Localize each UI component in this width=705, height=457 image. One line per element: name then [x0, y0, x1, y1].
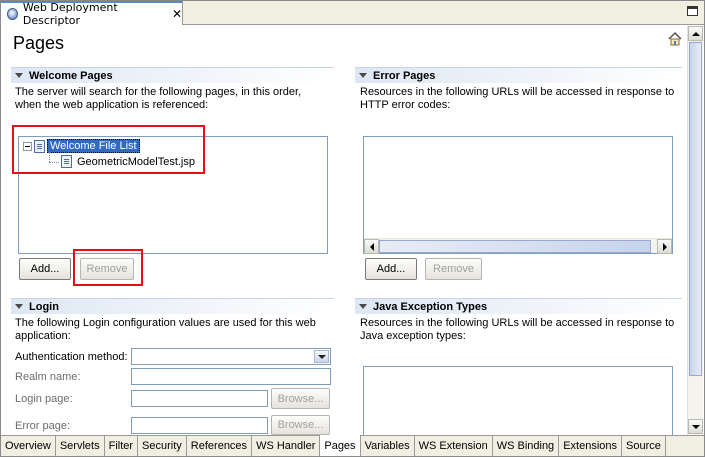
error-remove-button[interactable]: Remove — [425, 258, 482, 280]
welcome-desc-line2: when the web application is referenced: — [15, 99, 209, 111]
maximize-icon[interactable] — [687, 6, 698, 16]
login-header[interactable]: Login — [11, 298, 334, 314]
globe-icon — [7, 8, 18, 20]
tab-references[interactable]: References — [187, 436, 253, 456]
auth-method-select[interactable] — [131, 348, 331, 365]
error-pages-table[interactable] — [363, 136, 673, 254]
page-vscrollbar[interactable] — [687, 26, 703, 435]
java-exceptions-table[interactable] — [363, 366, 673, 436]
error-pages-description: Resources in the following URLs will be … — [360, 86, 674, 112]
auth-method-label: Authentication method: — [15, 351, 128, 363]
tab-security[interactable]: Security — [138, 436, 187, 456]
error-page-browse-button[interactable]: Browse... — [271, 415, 330, 435]
realm-name-input[interactable] — [131, 368, 331, 385]
collapse-triangle-icon[interactable] — [359, 304, 367, 309]
editor-tab-title: Web Deployment Descriptor — [22, 1, 118, 27]
editor-page-tabs: Overview Servlets Filter Security Refere… — [1, 435, 704, 456]
java-desc-line2: Java exception types: — [360, 330, 466, 342]
editor-tab-bar: Web Deployment Descriptor ✕ — [1, 1, 704, 27]
java-desc-line1: Resources in the following URLs will be … — [360, 317, 675, 329]
login-description: The following Login configuration values… — [15, 317, 316, 343]
welcome-add-button[interactable]: Add... — [19, 258, 71, 280]
collapse-triangle-icon[interactable] — [15, 73, 23, 78]
error-desc-line2: HTTP error codes: — [360, 99, 451, 111]
welcome-pages-description: The server will search for the following… — [15, 86, 301, 112]
error-desc-line1: Resources in the following URLs will be … — [360, 86, 675, 98]
error-pages-title: Error Pages — [373, 69, 436, 82]
tab-ws-binding[interactable]: WS Binding — [493, 436, 560, 456]
error-add-button[interactable]: Add... — [365, 258, 417, 280]
login-desc-line1: The following Login configuration values… — [15, 317, 316, 329]
welcome-desc-line1: The server will search for the following… — [15, 86, 302, 98]
login-title: Login — [29, 300, 59, 313]
error-pages-hscrollbar[interactable] — [364, 238, 672, 254]
scroll-down-icon[interactable] — [688, 419, 703, 434]
login-page-label: Login page: — [15, 393, 73, 405]
login-page-browse-button[interactable]: Browse... — [271, 388, 330, 409]
error-page-input[interactable] — [131, 417, 268, 434]
tab-variables[interactable]: Variables — [361, 436, 415, 456]
java-exceptions-header[interactable]: Java Exception Types — [355, 298, 682, 314]
highlight-box-remove — [73, 249, 143, 286]
scroll-up-icon[interactable] — [688, 26, 703, 41]
welcome-pages-header[interactable]: Welcome Pages — [11, 67, 334, 83]
error-pages-header[interactable]: Error Pages — [355, 67, 682, 83]
scroll-left-icon[interactable] — [364, 239, 379, 254]
scroll-thumb[interactable] — [379, 240, 651, 253]
chevron-down-icon[interactable] — [314, 350, 329, 363]
tab-filter[interactable]: Filter — [105, 436, 139, 456]
realm-name-label: Realm name: — [15, 371, 81, 383]
tab-extensions[interactable]: Extensions — [559, 436, 622, 456]
java-exceptions-description: Resources in the following URLs will be … — [360, 317, 674, 343]
scroll-thumb[interactable] — [689, 42, 702, 376]
login-desc-line2: application: — [15, 330, 71, 342]
home-icon[interactable] — [667, 31, 683, 47]
highlight-box-tree — [12, 125, 205, 174]
collapse-triangle-icon[interactable] — [15, 304, 23, 309]
tab-ws-handler[interactable]: WS Handler — [252, 436, 321, 456]
close-icon[interactable]: ✕ — [172, 7, 182, 21]
tab-pages[interactable]: Pages — [320, 435, 361, 456]
scroll-right-icon[interactable] — [657, 239, 672, 254]
login-page-input[interactable] — [131, 390, 268, 407]
java-exceptions-title: Java Exception Types — [373, 300, 488, 313]
error-page-label: Error page: — [15, 420, 71, 432]
editor-tab[interactable]: Web Deployment Descriptor ✕ — [1, 1, 183, 27]
welcome-pages-title: Welcome Pages — [29, 69, 113, 82]
tab-overview[interactable]: Overview — [1, 436, 56, 456]
page-title: Pages — [13, 33, 65, 53]
editor-window: Web Deployment Descriptor ✕ Pages Welcom… — [0, 0, 705, 457]
collapse-triangle-icon[interactable] — [359, 73, 367, 78]
tab-servlets[interactable]: Servlets — [56, 436, 105, 456]
tab-ws-extension[interactable]: WS Extension — [415, 436, 493, 456]
tab-source[interactable]: Source — [622, 436, 666, 456]
